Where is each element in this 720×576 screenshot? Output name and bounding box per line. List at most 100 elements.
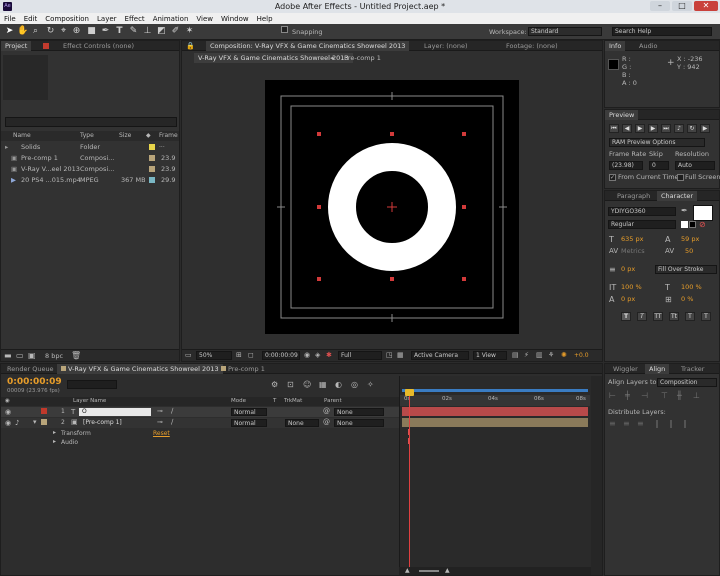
shy-switch-icon[interactable]: ⊸ bbox=[157, 407, 163, 415]
distribute-vcenter-icon[interactable]: ≡ bbox=[623, 419, 630, 428]
eyedropper-icon[interactable]: ✒ bbox=[681, 206, 688, 215]
menu-view[interactable]: View bbox=[192, 15, 217, 23]
play-icon[interactable]: ▶ bbox=[635, 124, 645, 133]
brush-tool-icon[interactable]: ✎ bbox=[128, 26, 139, 37]
list-item[interactable]: ▣ V-Ray V...eel 2013 Composi... 23.9 bbox=[3, 164, 179, 174]
menu-file[interactable]: File bbox=[0, 15, 20, 23]
tab-preview[interactable]: Preview bbox=[605, 110, 639, 120]
distribute-left-icon[interactable]: ‖ bbox=[655, 419, 659, 428]
stroke-width-value[interactable]: 0 px bbox=[621, 264, 635, 274]
expand-arrow-icon[interactable]: ▸ bbox=[53, 438, 56, 445]
transparency-grid-icon[interactable]: ▦ bbox=[397, 351, 404, 359]
pan-behind-tool-icon[interactable]: ⊕ bbox=[71, 26, 82, 37]
last-frame-icon[interactable]: ⏭ bbox=[661, 124, 671, 133]
quality-switch-icon[interactable]: ∕ bbox=[171, 407, 173, 415]
visibility-eye-icon[interactable]: ◉ bbox=[5, 408, 11, 416]
loop-icon[interactable]: ↻ bbox=[687, 124, 697, 133]
menu-window[interactable]: Window bbox=[217, 15, 253, 23]
bpc-button[interactable]: 8 bpc bbox=[45, 352, 63, 360]
hand-tool-icon[interactable]: ✋ bbox=[17, 26, 28, 37]
mode-select[interactable]: Normal bbox=[231, 408, 267, 416]
tab-audio[interactable]: Audio bbox=[635, 41, 661, 51]
trash-icon[interactable]: 🗑 bbox=[71, 351, 81, 360]
current-time-display[interactable]: 0:00:00:09 bbox=[7, 377, 62, 387]
subscript-button[interactable]: T bbox=[701, 312, 711, 321]
vertical-scale-value[interactable]: 100 % bbox=[621, 282, 642, 292]
resolution-select[interactable]: Full bbox=[338, 351, 382, 360]
font-style-select[interactable]: Regular bbox=[608, 220, 676, 229]
menu-composition[interactable]: Composition bbox=[41, 15, 93, 23]
no-stroke-icon[interactable]: ⊘ bbox=[699, 220, 706, 229]
workspace-select[interactable]: Standard bbox=[528, 27, 602, 36]
resolution-select[interactable]: Auto bbox=[675, 161, 715, 170]
tracking-value[interactable]: 50 bbox=[685, 246, 693, 256]
show-snapshot-icon[interactable]: ◈ bbox=[315, 351, 320, 359]
zoom-slider[interactable] bbox=[419, 570, 439, 572]
region-of-interest-icon[interactable]: ◳ bbox=[386, 351, 393, 359]
fill-color-swatch[interactable] bbox=[693, 205, 713, 221]
shy-switch-icon[interactable]: ⊸ bbox=[157, 418, 163, 426]
distribute-bottom-icon[interactable]: ≡ bbox=[637, 419, 644, 428]
mask-visibility-icon[interactable]: ◻ bbox=[248, 351, 254, 359]
distribute-top-icon[interactable]: ≡ bbox=[609, 419, 616, 428]
tab-align[interactable]: Align bbox=[645, 364, 670, 374]
snapshot-icon[interactable]: ◉ bbox=[304, 351, 310, 359]
zoom-out-icon[interactable]: ▲ bbox=[405, 567, 410, 574]
mute-audio-icon[interactable]: ♪ bbox=[674, 124, 684, 133]
tab-layer[interactable]: Layer: (none) bbox=[420, 41, 472, 51]
align-bottom-icon[interactable]: ⊥ bbox=[693, 391, 700, 400]
expand-arrow-icon[interactable]: ▸ bbox=[53, 429, 56, 436]
col-mode[interactable]: Mode bbox=[231, 397, 246, 406]
always-preview-icon[interactable]: ▭ bbox=[185, 351, 192, 359]
expand-arrow-icon[interactable]: ▾ bbox=[33, 418, 37, 426]
puppet-tool-icon[interactable]: ✶ bbox=[184, 26, 195, 37]
tab-timeline-precomp[interactable]: Pre-comp 1 bbox=[217, 364, 269, 374]
col-layer-name[interactable]: Layer Name bbox=[73, 397, 106, 406]
graph-editor-icon[interactable]: ◎ bbox=[351, 380, 358, 389]
transform-group-row[interactable]: ▸ Transform Reset bbox=[1, 429, 399, 438]
exposure-value[interactable]: +0.0 bbox=[574, 352, 589, 359]
kerning-value[interactable]: Metrics bbox=[621, 246, 645, 256]
lock-icon[interactable]: 🔒 bbox=[186, 42, 195, 50]
list-item[interactable]: ▶ 20 PS4 ...015.mp4 MPEG 367 MB 29.9 bbox=[3, 175, 179, 185]
brainstorm-icon[interactable]: ✧ bbox=[367, 380, 374, 389]
view-layout-select[interactable]: 1 View bbox=[473, 351, 507, 360]
breadcrumb-comp[interactable]: V-Ray VFX & Game Cinematics Showreel 201… bbox=[194, 53, 353, 63]
layer-label-color[interactable] bbox=[41, 408, 47, 414]
col-type[interactable]: Type bbox=[80, 131, 94, 141]
tab-composition[interactable]: Composition: V-Ray VFX & Game Cinematics… bbox=[206, 41, 410, 51]
exposure-icon[interactable]: ✺ bbox=[561, 351, 567, 359]
timeline-scrollbar[interactable] bbox=[591, 376, 602, 575]
distribute-hcenter-icon[interactable]: ‖ bbox=[669, 419, 673, 428]
align-top-icon[interactable]: ⊤ bbox=[661, 391, 668, 400]
quality-switch-icon[interactable]: ∕ bbox=[171, 418, 173, 426]
col-trkmat[interactable]: TrkMat bbox=[284, 397, 302, 406]
leading-value[interactable]: 59 px bbox=[681, 234, 699, 244]
search-help-input[interactable]: Search Help bbox=[612, 27, 712, 36]
time-graph[interactable]: 0s 02s 04s 06s 08s bbox=[399, 376, 591, 575]
tab-render-queue[interactable]: Render Queue bbox=[3, 364, 58, 374]
ram-preview-icon[interactable]: ▶ bbox=[700, 124, 710, 133]
tab-info[interactable]: Info bbox=[605, 41, 626, 51]
layer-2-duration-bar[interactable] bbox=[402, 418, 588, 427]
layer-1-duration-bar[interactable] bbox=[402, 407, 588, 416]
minimize-button[interactable]: – bbox=[650, 1, 670, 11]
tab-project[interactable]: Project bbox=[1, 41, 32, 51]
clone-stamp-tool-icon[interactable]: ⊥ bbox=[142, 26, 153, 37]
camera-select[interactable]: Active Camera bbox=[411, 351, 469, 360]
composition-viewer[interactable] bbox=[265, 80, 519, 334]
align-to-select[interactable]: Composition bbox=[657, 378, 717, 387]
layer-name-label[interactable]: [Pre-comp 1] bbox=[83, 418, 122, 428]
timeline-icon[interactable]: ▥ bbox=[536, 351, 543, 359]
work-area-bar[interactable] bbox=[402, 389, 588, 392]
parent-select[interactable]: None bbox=[334, 419, 384, 427]
align-right-icon[interactable]: ⊣ bbox=[641, 391, 648, 400]
maximize-button[interactable]: □ bbox=[672, 1, 692, 11]
stroke-mode-select[interactable]: Fill Over Stroke bbox=[655, 265, 717, 274]
tab-effect-controls[interactable]: Effect Controls (none) bbox=[59, 41, 138, 51]
eraser-tool-icon[interactable]: ◩ bbox=[156, 26, 167, 37]
menu-animation[interactable]: Animation bbox=[149, 15, 193, 23]
type-tool-icon[interactable]: T bbox=[114, 26, 125, 37]
next-frame-icon[interactable]: ▶ bbox=[648, 124, 658, 133]
menu-help[interactable]: Help bbox=[253, 15, 277, 23]
